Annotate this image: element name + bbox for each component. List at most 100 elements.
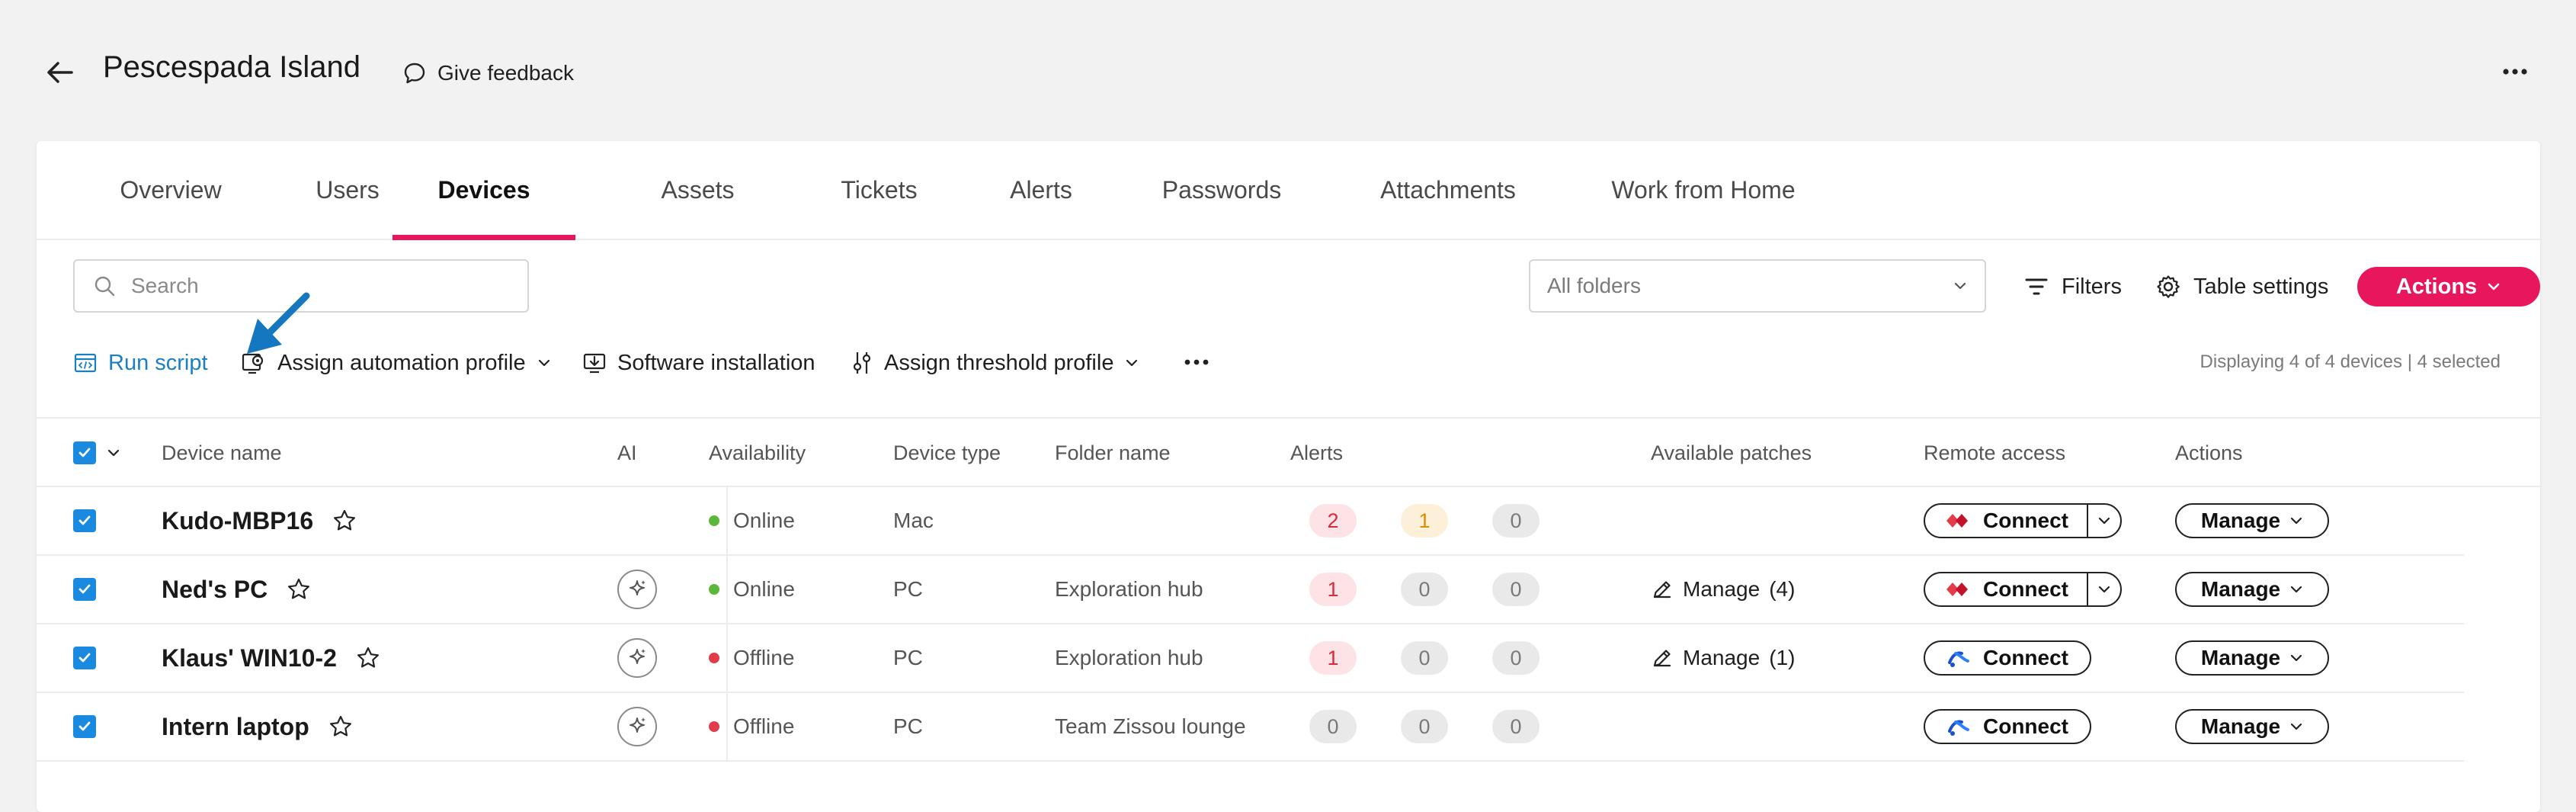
chevron-down-icon[interactable] <box>107 448 120 457</box>
folder-name[interactable]: Exploration hub <box>1055 646 1203 670</box>
availability: Online <box>733 509 795 532</box>
software-installation-button[interactable]: Software installation <box>582 343 815 383</box>
table-row[interactable]: Intern laptop Offline PC Team Zissou lou… <box>37 693 2464 762</box>
feedback-label: Give feedback <box>437 61 574 85</box>
filters-button[interactable]: Filters <box>2023 268 2122 306</box>
patch-count: (1) <box>1769 646 1796 669</box>
pencil-icon <box>1651 647 1674 669</box>
table-row[interactable]: Kudo-MBP16 Online Mac 2 1 0 Connect Mana… <box>37 487 2464 556</box>
select-all[interactable] <box>73 419 120 487</box>
assign-threshold-profile-button[interactable]: Assign threshold profile <box>851 343 1139 383</box>
col-available-patches[interactable]: Available patches <box>1651 419 1812 487</box>
run-script-label: Run script <box>108 350 208 375</box>
row-checkbox[interactable] <box>73 647 96 669</box>
patch-count: (4) <box>1769 577 1796 601</box>
col-device-type[interactable]: Device type <box>893 419 1001 487</box>
install-icon <box>582 351 607 375</box>
device-name[interactable]: Kudo-MBP16 <box>162 507 313 535</box>
search-icon <box>93 274 116 297</box>
table-settings-button[interactable]: Table settings <box>2155 268 2328 306</box>
alert-count-critical[interactable]: 1 <box>1309 573 1357 606</box>
manage-button[interactable]: Manage <box>2175 503 2329 538</box>
star-icon[interactable] <box>332 508 357 534</box>
row-checkbox[interactable] <box>73 578 96 601</box>
red-diamond-icon <box>1945 580 1971 599</box>
alert-count-info[interactable]: 0 <box>1492 710 1540 743</box>
manage-button[interactable]: Manage <box>2175 709 2329 744</box>
row-checkbox[interactable] <box>73 715 96 738</box>
connect-button[interactable]: Connect <box>1924 709 2091 744</box>
tab-overview[interactable]: Overview <box>82 141 259 239</box>
connect-button[interactable]: Connect <box>1924 640 2091 676</box>
tab-alerts[interactable]: Alerts <box>965 141 1117 239</box>
folders-select-value: All folders <box>1547 274 1641 297</box>
manage-patches-link[interactable]: Manage (1) <box>1651 624 1795 692</box>
manage-label: Manage <box>2200 509 2281 532</box>
row-checkbox[interactable] <box>73 509 96 532</box>
folders-select[interactable]: All folders <box>1529 259 1986 313</box>
manage-patches-link[interactable]: Manage (4) <box>1651 556 1795 623</box>
run-script-button[interactable]: Run script <box>73 343 208 383</box>
tab-tickets[interactable]: Tickets <box>790 141 969 239</box>
more-options-icon[interactable] <box>2492 55 2538 88</box>
manage-button[interactable]: Manage <box>2175 572 2329 607</box>
star-icon[interactable] <box>286 576 312 602</box>
give-feedback-button[interactable]: Give feedback <box>402 58 574 88</box>
chevron-down-icon <box>2289 585 2303 594</box>
alert-count-warning[interactable]: 0 <box>1401 573 1448 606</box>
device-name[interactable]: Intern laptop <box>162 713 309 741</box>
col-folder-name[interactable]: Folder name <box>1055 419 1171 487</box>
tab-work-from-home[interactable]: Work from Home <box>1562 141 1844 239</box>
more-actions-icon[interactable] <box>1180 351 1213 374</box>
alert-count-warning[interactable]: 0 <box>1401 710 1448 743</box>
table-row[interactable]: Ned's PC Online PC Exploration hub 1 0 0… <box>37 556 2464 624</box>
select-all-checkbox[interactable] <box>73 441 96 464</box>
chevron-down-icon <box>2289 722 2303 731</box>
back-arrow-icon[interactable] <box>43 55 78 90</box>
top-bar: Pescespada Island Give feedback <box>0 0 2576 141</box>
tab-devices[interactable]: Devices <box>392 141 575 240</box>
display-count: Displaying 4 of 4 devices | 4 selected <box>2200 351 2501 372</box>
alert-count-info[interactable]: 0 <box>1492 641 1540 675</box>
tab-assets[interactable]: Assets <box>612 141 783 239</box>
star-icon[interactable] <box>328 714 354 740</box>
availability: Online <box>733 577 795 601</box>
alert-count-info[interactable]: 0 <box>1492 504 1540 538</box>
connect-label: Connect <box>1983 646 2068 669</box>
folder-name[interactable]: Team Zissou lounge <box>1055 714 1246 739</box>
device-name[interactable]: Ned's PC <box>162 576 268 604</box>
manage-label: Manage <box>2200 714 2281 738</box>
tab-passwords[interactable]: Passwords <box>1111 141 1332 239</box>
tab-attachments[interactable]: Attachments <box>1330 141 1566 239</box>
ai-sparkle-icon[interactable] <box>617 570 657 609</box>
col-availability[interactable]: Availability <box>709 419 806 487</box>
ai-sparkle-icon[interactable] <box>617 707 657 746</box>
alert-count-critical[interactable]: 0 <box>1309 710 1357 743</box>
patch-manage-label: Manage <box>1683 646 1761 669</box>
chevron-down-icon <box>2289 516 2303 525</box>
device-name[interactable]: Klaus' WIN10-2 <box>162 644 337 672</box>
software-installation-label: Software installation <box>617 350 815 375</box>
col-alerts[interactable]: Alerts <box>1290 419 1343 487</box>
table-settings-label: Table settings <box>2193 274 2329 299</box>
manage-button[interactable]: Manage <box>2175 640 2329 676</box>
alert-count-info[interactable]: 0 <box>1492 573 1540 606</box>
col-device-name[interactable]: Device name <box>162 419 282 487</box>
assign-automation-profile-button[interactable]: Assign automation profile <box>241 343 552 383</box>
availability: Offline <box>733 646 795 669</box>
filters-label: Filters <box>2062 274 2122 299</box>
connect-button[interactable]: Connect <box>1924 503 2122 538</box>
alert-count-critical[interactable]: 2 <box>1309 504 1357 538</box>
connect-options-chevron-icon[interactable] <box>2087 573 2120 605</box>
alert-count-warning[interactable]: 0 <box>1401 641 1448 675</box>
connect-button[interactable]: Connect <box>1924 572 2122 607</box>
table-row[interactable]: Klaus' WIN10-2 Offline PC Exploration hu… <box>37 624 2464 693</box>
alert-count-critical[interactable]: 1 <box>1309 641 1357 675</box>
folder-name[interactable]: Exploration hub <box>1055 577 1203 602</box>
connect-options-chevron-icon[interactable] <box>2087 505 2120 537</box>
actions-button[interactable]: Actions <box>2357 267 2540 307</box>
star-icon[interactable] <box>355 645 381 671</box>
blue-swirl-icon <box>1946 716 1971 737</box>
alert-count-warning[interactable]: 1 <box>1401 504 1448 538</box>
ai-sparkle-icon[interactable] <box>617 638 657 678</box>
